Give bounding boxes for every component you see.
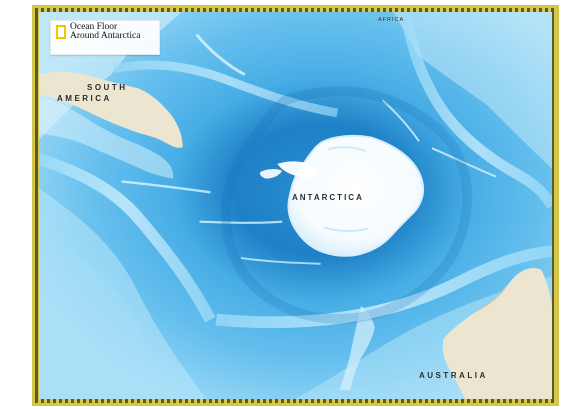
fracture-zone-3 xyxy=(199,220,283,224)
title-block: Ocean Floor Around Antarctica xyxy=(50,20,160,55)
map-title-line-2: Around Antarctica xyxy=(70,31,141,41)
map-frame: Ocean Floor Around Antarctica SOUTH AMER… xyxy=(32,5,559,406)
map-canvas: Ocean Floor Around Antarctica SOUTH AMER… xyxy=(39,12,552,399)
antarctica-label: ANTARCTICA xyxy=(292,193,364,202)
australia-label: AUSTRALIA xyxy=(419,371,488,380)
south-america-label-top: SOUTH xyxy=(87,83,128,92)
south-america-label-bottom: AMERICA xyxy=(57,94,112,103)
africa-label: AFRICA xyxy=(378,17,405,23)
page: Ocean Floor Around Antarctica SOUTH AMER… xyxy=(0,0,568,409)
ocean-floor-map xyxy=(39,12,552,399)
national-geographic-logo-icon xyxy=(56,25,66,39)
